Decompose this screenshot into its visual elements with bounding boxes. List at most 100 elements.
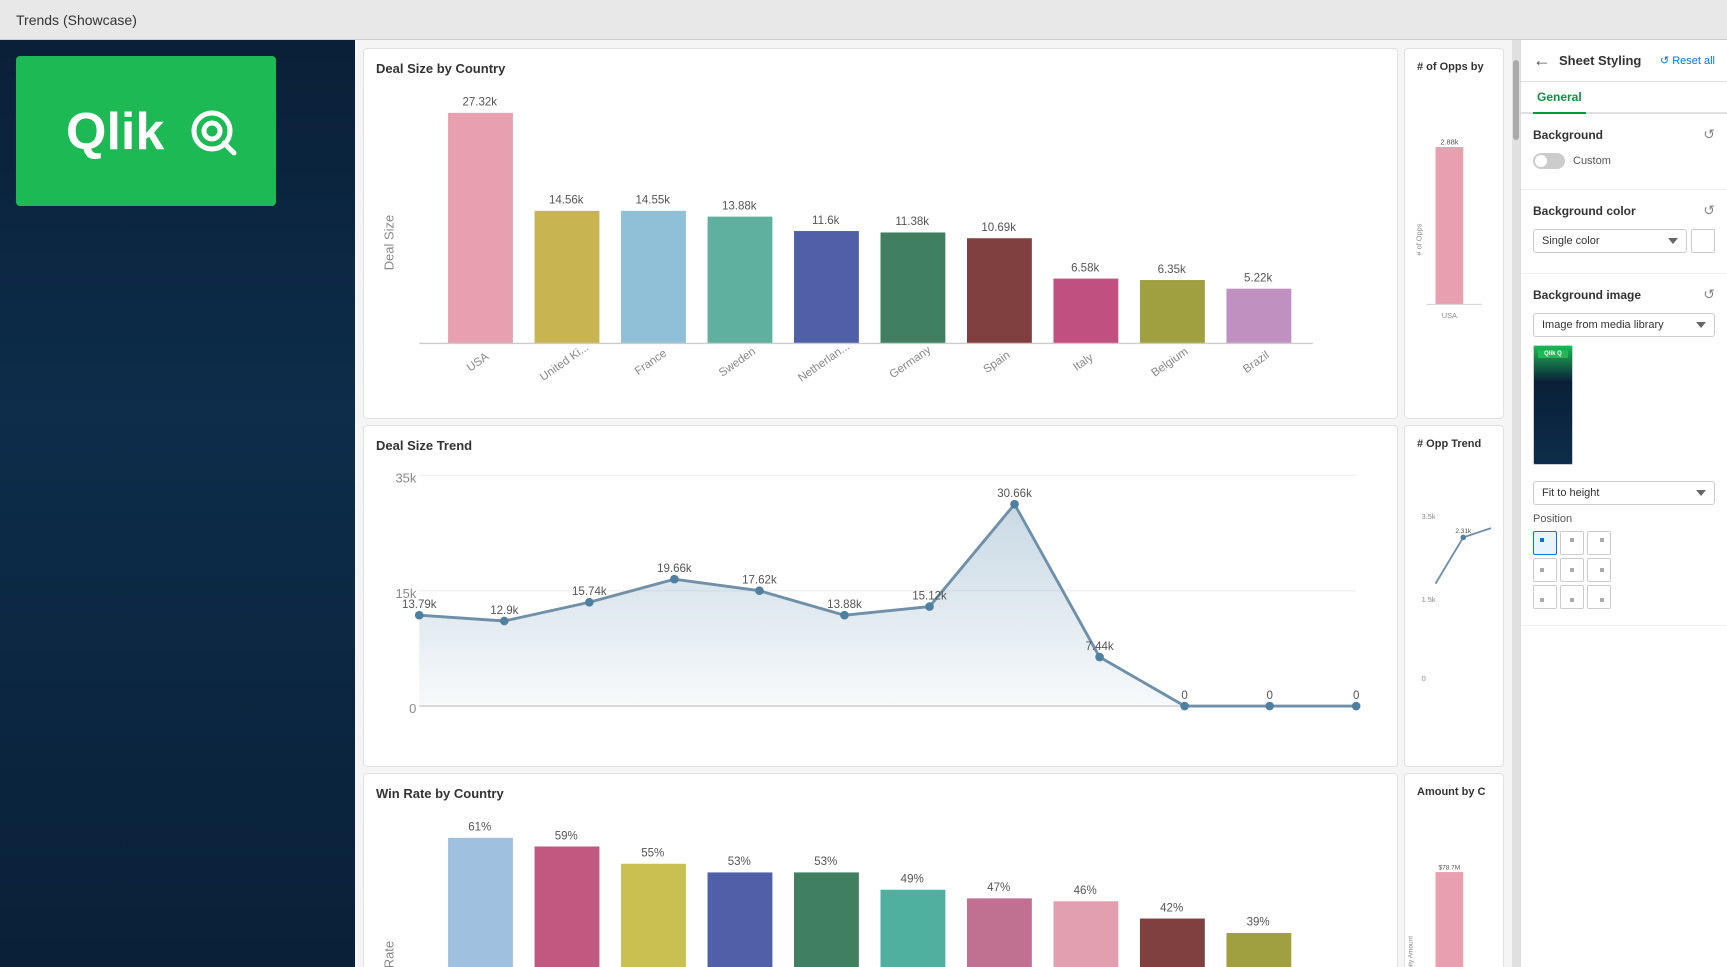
svg-text:11.38k: 11.38k: [895, 216, 929, 228]
background-color-dropdown[interactable]: Single color: [1533, 229, 1687, 253]
reset-all-button[interactable]: ↺ Reset all: [1660, 54, 1715, 67]
deal-size-trend-chart: 35k 15k 0: [376, 461, 1385, 749]
win-rate-by-country-card: Win Rate by Country Win Rate 61% 59% 55%…: [363, 773, 1398, 967]
fit-to-height-dropdown[interactable]: Fit to height: [1533, 481, 1715, 505]
svg-text:14.56k: 14.56k: [549, 195, 584, 207]
amount-chart-partial: $78.7M USA Opportunity Amount: [1417, 806, 1491, 967]
preview-qlik-label: Qlik Q: [1538, 350, 1568, 358]
background-section-header: Background ↺: [1533, 126, 1715, 143]
svg-text:Sweden: Sweden: [717, 346, 758, 380]
svg-text:0: 0: [1181, 690, 1187, 702]
deal-size-by-country-title: Deal Size by Country: [376, 61, 1385, 76]
tab-general[interactable]: General: [1533, 82, 1586, 114]
pos-bottom-center[interactable]: [1560, 585, 1584, 609]
svg-text:39%: 39%: [1247, 917, 1270, 929]
pos-middle-left[interactable]: [1533, 558, 1557, 582]
amount-by-country-partial-card: Amount by C $78.7M USA Opportunity Amoun…: [1404, 773, 1504, 967]
opp-trend-partial-card: # Opp Trend 3.5k 1.5k 0 2.31k: [1404, 425, 1504, 767]
svg-text:7.44k: 7.44k: [1086, 641, 1114, 653]
svg-text:53%: 53%: [814, 857, 837, 869]
image-preview-area: Qlik Q: [1533, 345, 1715, 473]
pos-bottom-right[interactable]: [1587, 585, 1611, 609]
svg-text:# of Opps: # of Opps: [1415, 223, 1424, 255]
custom-toggle[interactable]: [1533, 153, 1565, 169]
svg-text:46%: 46%: [1074, 885, 1097, 897]
background-image-reset-icon[interactable]: ↺: [1703, 286, 1715, 303]
background-color-header: Background color ↺: [1533, 202, 1715, 219]
pos-top-right[interactable]: [1587, 531, 1611, 555]
background-image-dropdown[interactable]: Image from media library: [1533, 313, 1715, 337]
charts-row-1: Deal Size by Country Deal Size 27.32k 14…: [363, 48, 1504, 419]
opps-by-country-partial-card: # of Opps by 2.88k USA # of Opps: [1404, 48, 1504, 419]
background-reset-icon[interactable]: ↺: [1703, 126, 1715, 143]
qlik-logo: Qlik: [56, 101, 236, 161]
reset-all-label: Reset all: [1672, 55, 1715, 67]
svg-text:3.5k: 3.5k: [1422, 512, 1436, 521]
background-color-title: Background color: [1533, 204, 1636, 218]
custom-toggle-label: Custom: [1573, 155, 1611, 167]
app-title: Trends (Showcase): [16, 12, 137, 28]
svg-text:Brazil: Brazil: [1241, 349, 1271, 375]
color-swatch-bg[interactable]: [1691, 229, 1715, 253]
svg-text:59%: 59%: [555, 831, 578, 843]
pos-middle-right[interactable]: [1587, 558, 1611, 582]
svg-text:Deal Size: Deal Size: [381, 215, 396, 271]
background-image-header: Background image ↺: [1533, 286, 1715, 303]
background-color-reset-icon[interactable]: ↺: [1703, 202, 1715, 219]
background-section: Background ↺ Custom: [1521, 114, 1727, 190]
svg-text:0: 0: [1266, 690, 1272, 702]
pos-top-left[interactable]: [1533, 531, 1557, 555]
opp-trend-chart-partial: 3.5k 1.5k 0 2.31k: [1417, 458, 1491, 746]
svg-text:15.12k: 15.12k: [912, 590, 947, 602]
vertical-scrollbar[interactable]: [1512, 40, 1520, 967]
svg-text:12.9k: 12.9k: [490, 605, 518, 617]
deal-size-trend-title: Deal Size Trend: [376, 438, 1385, 453]
svg-text:France: France: [633, 347, 669, 377]
svg-text:0: 0: [409, 701, 416, 716]
panel-title: Sheet Styling: [1559, 53, 1652, 68]
position-label: Position: [1533, 513, 1715, 525]
pos-top-center[interactable]: [1560, 531, 1584, 555]
svg-text:35k: 35k: [395, 471, 416, 486]
main-area: Qlik Deal Size by Country Deal Size: [0, 40, 1727, 967]
left-sidebar: Qlik: [0, 40, 355, 967]
svg-text:6.58k: 6.58k: [1071, 262, 1099, 274]
svg-text:Qlik: Qlik: [66, 103, 164, 161]
svg-text:42%: 42%: [1160, 903, 1183, 915]
deal-size-trend-card: Deal Size Trend 35k 15k 0: [363, 425, 1398, 767]
charts-area: Deal Size by Country Deal Size 27.32k 14…: [355, 40, 1512, 967]
svg-text:27.32k: 27.32k: [462, 97, 497, 109]
svg-text:Netherlan...: Netherlan...: [796, 341, 852, 385]
svg-text:19.66k: 19.66k: [657, 563, 692, 575]
custom-toggle-row: Custom: [1533, 153, 1715, 169]
svg-text:2.31k: 2.31k: [1455, 528, 1472, 535]
win-rate-by-country-title: Win Rate by Country: [376, 786, 1385, 801]
svg-text:30.66k: 30.66k: [997, 488, 1032, 500]
svg-text:15.74k: 15.74k: [572, 586, 607, 598]
svg-text:10.69k: 10.69k: [981, 222, 1016, 234]
svg-text:13.88k: 13.88k: [722, 200, 757, 212]
svg-text:0: 0: [1353, 690, 1359, 702]
reset-icon: ↺: [1660, 54, 1669, 67]
pos-bottom-left[interactable]: [1533, 585, 1557, 609]
svg-text:49%: 49%: [901, 874, 924, 886]
svg-text:13.88k: 13.88k: [827, 599, 862, 611]
svg-text:0: 0: [1422, 674, 1426, 683]
charts-row-2: Deal Size Trend 35k 15k 0: [363, 425, 1504, 767]
background-image-title: Background image: [1533, 288, 1641, 302]
svg-text:USA: USA: [465, 351, 492, 375]
svg-text:55%: 55%: [641, 848, 664, 860]
svg-text:5.22k: 5.22k: [1244, 272, 1272, 284]
pos-middle-center[interactable]: [1560, 558, 1584, 582]
position-grid: [1533, 531, 1715, 609]
scrollbar-thumb[interactable]: [1513, 60, 1519, 140]
back-button[interactable]: ←: [1533, 50, 1551, 71]
svg-text:61%: 61%: [468, 822, 491, 834]
svg-text:Opportunity Amount: Opportunity Amount: [1407, 936, 1414, 967]
svg-text:17.62k: 17.62k: [742, 575, 777, 587]
svg-text:Germany: Germany: [888, 344, 934, 381]
svg-text:14.55k: 14.55k: [635, 195, 670, 207]
top-bar: Trends (Showcase): [0, 0, 1727, 40]
charts-row-3: Win Rate by Country Win Rate 61% 59% 55%…: [363, 773, 1504, 967]
background-image-preview: Qlik Q: [1533, 345, 1573, 465]
